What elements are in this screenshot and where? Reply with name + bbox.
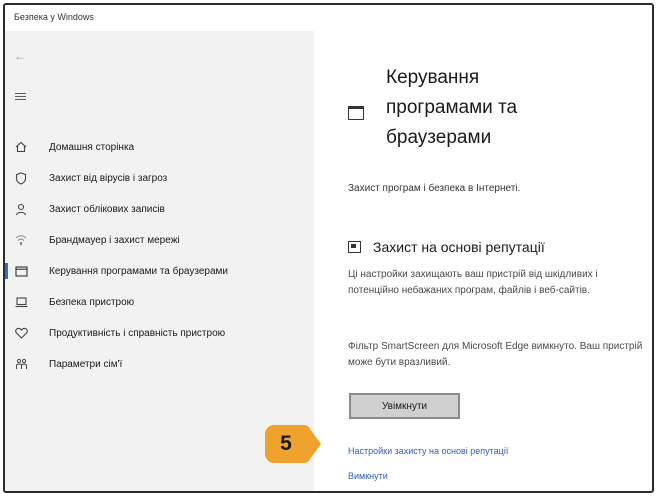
dismiss-link[interactable]: Вимкнути [348, 471, 388, 481]
wifi-icon [13, 232, 29, 248]
app-window: Безпека у Windows ← Домашня сторінка Зах… [3, 3, 654, 493]
sidebar-item-label: Продуктивність і справність пристрою [49, 327, 226, 339]
smartscreen-warning: Фільтр SmartScreen для Microsoft Edge ви… [348, 341, 643, 368]
heart-icon [13, 325, 29, 341]
sidebar-item-home[interactable]: Домашня сторінка [5, 135, 314, 159]
sidebar-item-device-security[interactable]: Безпека пристрою [5, 290, 314, 314]
page-title: Керування програмами та браузерами [386, 63, 636, 153]
page-title-line: програмами та [386, 97, 518, 118]
sidebar-item-label: Керування програмами та браузерами [49, 265, 228, 277]
step-callout: 5 [264, 424, 322, 464]
page-heading: Керування програмами та браузерами [348, 63, 648, 163]
section-description: Ці настройки захищають ваш пристрій від … [348, 269, 598, 296]
home-icon [13, 139, 29, 155]
sidebar-item-device-performance[interactable]: Продуктивність і справність пристрою [5, 321, 314, 345]
sidebar-item-account-protection[interactable]: Захист облікових записів [5, 197, 314, 221]
sidebar-item-label: Захист від вірусів і загроз [49, 172, 168, 184]
back-button[interactable]: ← [14, 50, 26, 62]
sidebar-item-virus-protection[interactable]: Захист від вірусів і загроз [5, 166, 314, 190]
sidebar-item-app-browser-control[interactable]: Керування програмами та браузерами [5, 259, 314, 283]
sidebar-item-label: Захист облікових записів [49, 203, 165, 215]
section-heading: Захист на основі репутації [348, 239, 545, 255]
family-icon [13, 356, 29, 372]
sidebar-item-label: Домашня сторінка [49, 141, 135, 153]
sidebar-item-family-options[interactable]: Параметри сім'ї [5, 352, 314, 376]
shield-icon [13, 170, 29, 186]
reputation-settings-link[interactable]: Настройки захисту на основі репутації [348, 446, 508, 456]
main-content: Керування програмами та браузерами Захис… [314, 31, 652, 491]
window-title: Безпека у Windows [14, 12, 94, 22]
page-title-line: Керування [386, 67, 480, 88]
device-icon [13, 294, 29, 310]
page-subtitle: Захист програм і безпека в Інтернеті. [348, 183, 521, 194]
section-title: Захист на основі репутації [373, 239, 545, 255]
app-window-icon [13, 263, 29, 279]
step-number: 5 [280, 432, 292, 455]
sidebar-item-label: Параметри сім'ї [49, 358, 123, 370]
page-title-line: браузерами [386, 127, 492, 148]
sidebar-item-label: Безпека пристрою [49, 296, 135, 308]
app-window-icon [348, 106, 364, 120]
reputation-icon [348, 241, 361, 253]
turn-on-button[interactable]: Увімкнути [349, 393, 460, 419]
menu-icon[interactable] [15, 93, 26, 101]
sidebar-item-label: Брандмауер і захист мережі [49, 234, 180, 246]
person-icon [13, 201, 29, 217]
sidebar-item-firewall[interactable]: Брандмауер і захист мережі [5, 228, 314, 252]
title-bar: Безпека у Windows [5, 5, 652, 31]
